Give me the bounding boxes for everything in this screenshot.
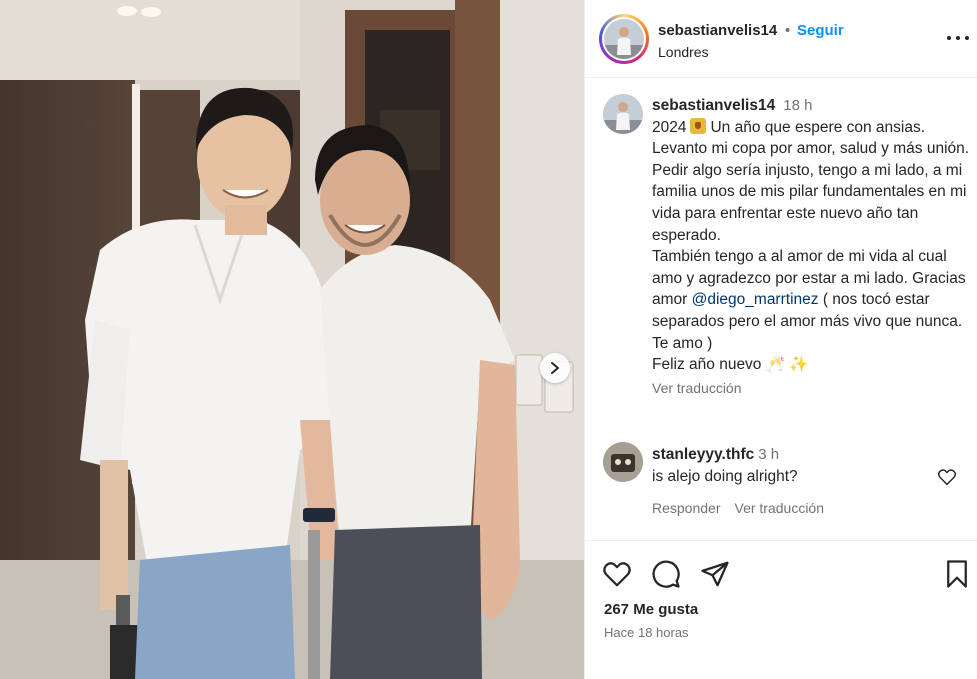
bookmark-icon[interactable] <box>942 559 972 589</box>
separator-dot: • <box>785 22 791 39</box>
follow-button[interactable]: Seguir <box>797 22 844 39</box>
next-photo-button[interactable] <box>540 353 570 383</box>
comment-text-block: stanleyyy.thfc 3 h is alejo doing alright… <box>652 444 932 488</box>
chevron-right-icon <box>551 362 559 374</box>
caption-text: sebastianvelis14 18 h 2024 Un año que espe… <box>652 95 972 399</box>
caption-year: 2024 <box>652 118 687 136</box>
caption-paragraph-4: Feliz año nuevo 🥂 ✨ <box>652 356 809 374</box>
comment-item: stanleyyy.thfc 3 h is alejo doing alright… <box>585 438 977 528</box>
header-username[interactable]: sebastianvelis14 <box>658 22 777 39</box>
heart-icon[interactable] <box>602 559 632 589</box>
comment-like-heart-icon[interactable] <box>937 468 957 486</box>
comment-actions: Responder Ver traducción <box>652 500 824 516</box>
caption-avatar[interactable] <box>603 94 643 134</box>
post-side-panel: sebastianvelis14 • Seguir Londres sebast… <box>584 0 977 679</box>
post-image <box>0 0 584 679</box>
more-options-button[interactable] <box>947 30 969 46</box>
reply-button[interactable]: Responder <box>652 500 721 516</box>
caption-translate-link[interactable]: Ver traducción <box>652 378 972 400</box>
avatar <box>604 19 644 59</box>
comment-icon[interactable] <box>651 559 681 589</box>
trophy-emoji-icon <box>690 117 707 134</box>
caption-username[interactable]: sebastianvelis14 <box>652 97 775 114</box>
story-ring-avatar[interactable] <box>599 14 649 64</box>
post-timestamp: Hace 18 horas <box>604 625 689 640</box>
comment-time: 3 h <box>758 446 780 463</box>
share-icon[interactable] <box>700 559 730 589</box>
post-header: sebastianvelis14 • Seguir Londres <box>585 0 977 78</box>
comment-avatar[interactable] <box>603 442 643 482</box>
like-count[interactable]: 267 Me gusta <box>604 601 698 618</box>
caption-time: 18 h <box>783 97 813 114</box>
mention-link[interactable]: @diego_marrtinez <box>692 291 819 308</box>
post-photo[interactable] <box>0 0 584 679</box>
location-link[interactable]: Londres <box>658 44 709 60</box>
comment-translate-link[interactable]: Ver traducción <box>735 500 825 516</box>
post-actions: 267 Me gusta Hace 18 horas <box>585 540 977 679</box>
comment-username[interactable]: stanleyyy.thfc <box>652 446 754 463</box>
comment-body: is alejo doing alright? <box>652 468 798 485</box>
caption-paragraph-2: Pedir algo sería injusto, tengo a mi lad… <box>652 161 967 244</box>
more-icon <box>947 36 951 40</box>
